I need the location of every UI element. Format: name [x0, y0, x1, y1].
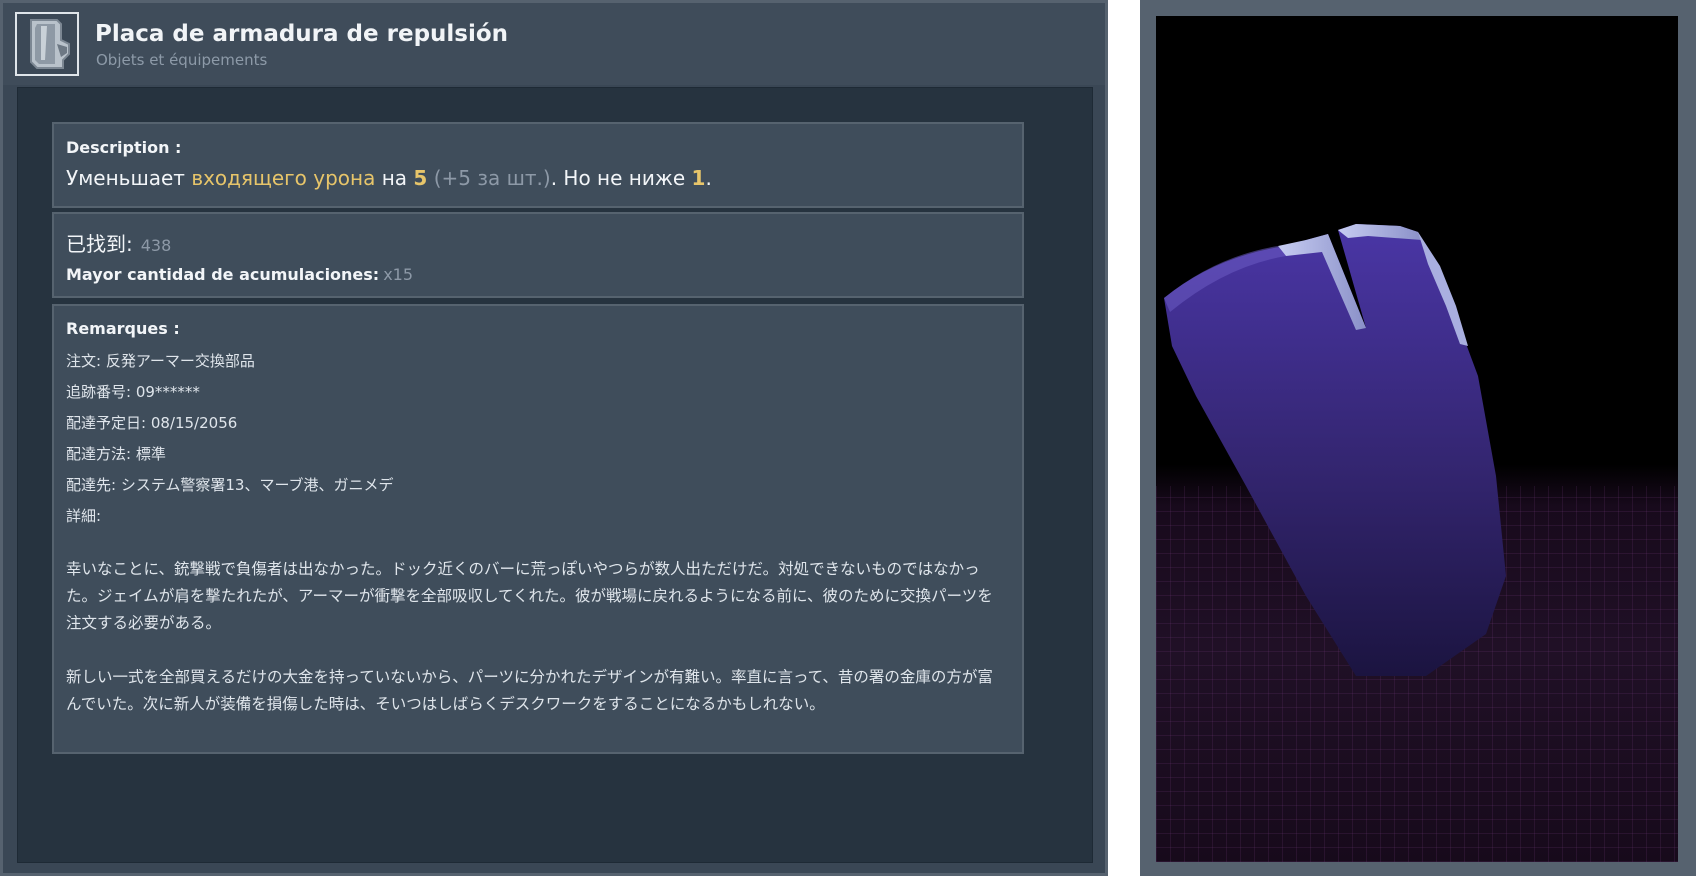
found-value: 438: [140, 236, 172, 255]
description-text-after: . Но не ниже: [550, 166, 692, 190]
remarks-paragraph: 新しい一式を全部買えるだけの大金を持っていないから、パーツに分かれたデザインが有…: [66, 668, 993, 713]
remarks-line: 配達先: システム警察署13、マーブ港、ガニメデ: [66, 476, 394, 494]
description-text-mid: на: [375, 166, 414, 190]
remarks-line: 詳細:: [66, 507, 102, 525]
remarks-line: 追跡番号: 09******: [66, 383, 200, 401]
model-viewer-frame: [1140, 0, 1696, 876]
item-title: Placa de armadura de repulsión: [95, 21, 509, 47]
description-text: Уменьшает входящего урона на 5 (+5 за шт…: [66, 166, 712, 190]
found-label: 已找到:: [66, 232, 133, 256]
item-header: Placa de armadura de repulsión Objets et…: [3, 3, 1105, 85]
remarks-paragraph: 幸いなことに、銃撃戦で負傷者は出なかった。ドック近くのバーに荒っぽいやつらが数人…: [66, 560, 993, 632]
description-text-before: Уменьшает: [66, 166, 192, 190]
description-minimum: 1: [691, 166, 706, 190]
description-stack-note: (+5 за шт.): [427, 166, 551, 190]
remarks-panel: Remarques : 注文: 反発アーマー交換部品 追跡番号: 09*****…: [52, 304, 1024, 754]
item-category: Objets et équipements: [96, 51, 268, 69]
item-log-panel: Placa de armadura de repulsión Objets et…: [0, 0, 1108, 876]
stack-label: Mayor cantidad de acumulaciones:: [66, 265, 380, 284]
model-viewport[interactable]: [1156, 16, 1678, 862]
armor-plate-model: [1164, 224, 1506, 676]
stack-value: x15: [383, 265, 414, 284]
max-stack: Mayor cantidad de acumulaciones: x15: [66, 265, 413, 284]
description-label: Description :: [66, 138, 182, 157]
remarks-line: 配達予定日: 08/15/2056: [66, 414, 238, 432]
remarks-label: Remarques :: [66, 319, 180, 338]
remarks-line: 配達方法: 標準: [66, 445, 166, 463]
item-details[interactable]: Description : Уменьшает входящего урона …: [17, 87, 1093, 863]
armor-plate-icon: [15, 12, 79, 76]
stats-panel: 已找到: 438 Mayor cantidad de acumulaciones:…: [52, 212, 1024, 298]
description-highlight: входящего урона: [191, 166, 376, 190]
remarks-line: 注文: 反発アーマー交換部品: [66, 352, 255, 370]
description-panel: Description : Уменьшает входящего урона …: [52, 122, 1024, 208]
found-count: 已找到: 438: [66, 228, 171, 257]
description-amount: 5: [413, 166, 428, 190]
description-end: .: [705, 166, 712, 190]
